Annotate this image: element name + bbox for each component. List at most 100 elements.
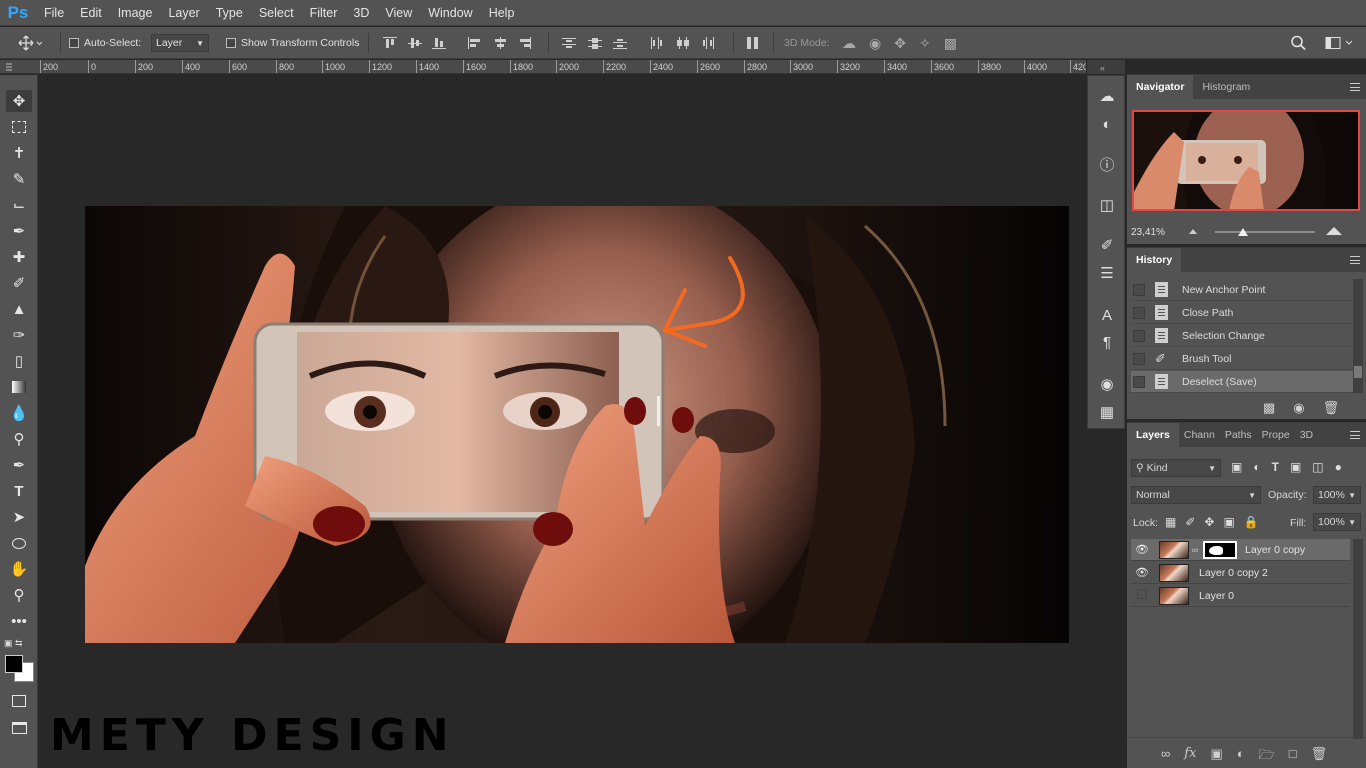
crop-tool-icon[interactable]: ⌙	[6, 194, 32, 216]
tool-presets-icon[interactable]: ◫	[1095, 194, 1119, 216]
3d-pan-icon[interactable]: ✥	[894, 35, 906, 52]
lock-artboard-icon[interactable]: ▣	[1223, 515, 1234, 529]
clone-stamp-tool-icon[interactable]: ▲	[6, 298, 32, 320]
new-layer-icon[interactable]: □	[1289, 746, 1297, 768]
tab-history[interactable]: History	[1127, 248, 1182, 272]
link-chain-icon[interactable]: ∞	[1191, 545, 1199, 555]
eraser-tool-icon[interactable]: ▯	[6, 350, 32, 372]
menu-filter[interactable]: Filter	[302, 0, 346, 26]
foreground-color-swatch[interactable]	[5, 655, 23, 673]
3d-roll-icon[interactable]: ◉	[869, 35, 881, 52]
align-top-icon[interactable]	[383, 37, 397, 49]
path-selection-tool-icon[interactable]: ➤	[6, 506, 32, 528]
align-left-icon[interactable]	[468, 37, 482, 49]
tab-3d[interactable]: 3D	[1295, 423, 1318, 447]
history-item[interactable]: Selection Change	[1131, 325, 1353, 347]
blur-tool-icon[interactable]: 💧	[6, 402, 32, 424]
hand-tool-icon[interactable]: ✋	[6, 558, 32, 580]
gradient-tool-icon[interactable]	[6, 376, 32, 398]
menu-select[interactable]: Select	[251, 0, 302, 26]
navigator-menu-icon[interactable]	[1350, 83, 1360, 91]
menu-file[interactable]: File	[36, 0, 72, 26]
layer-style-fx-icon[interactable]: fx	[1184, 746, 1196, 768]
tab-histogram[interactable]: Histogram	[1193, 75, 1259, 99]
screen-mode-icon[interactable]	[6, 717, 32, 739]
lock-all-icon[interactable]: 🔒	[1244, 515, 1259, 529]
distribute-vertical-center-icon[interactable]	[588, 37, 602, 49]
menu-type[interactable]: Type	[208, 0, 251, 26]
horizontal-ruler[interactable]: 200 0 200 400 600 800 1000 1200 1400 160…	[40, 60, 1086, 74]
visibility-eye-icon[interactable]: 👁	[1131, 566, 1153, 579]
history-brush-tool-icon[interactable]: ✑	[6, 324, 32, 346]
filter-shape-icon[interactable]: ▣	[1290, 460, 1301, 474]
default-colors-icon[interactable]: ▣ ⇆	[4, 638, 23, 649]
character-icon[interactable]: A	[1095, 304, 1119, 326]
distribute-left-icon[interactable]	[650, 37, 664, 49]
navigator-preview[interactable]	[1132, 110, 1360, 211]
zoom-out-icon[interactable]	[1189, 229, 1197, 234]
3d-orbit-icon[interactable]: ☁	[842, 35, 856, 52]
workspace-switcher[interactable]	[1325, 27, 1353, 59]
delete-state-icon[interactable]: 🗑	[1323, 400, 1340, 416]
history-item-current[interactable]: Deselect (Save)	[1131, 371, 1353, 393]
menu-image[interactable]: Image	[110, 0, 161, 26]
history-item[interactable]: ✐ Brush Tool	[1131, 348, 1353, 370]
align-right-icon[interactable]	[518, 37, 532, 49]
move-tool-icon[interactable]: ✥	[6, 90, 32, 112]
move-tool-preset[interactable]	[18, 27, 42, 59]
history-item[interactable]: Close Path	[1131, 302, 1353, 324]
search-button[interactable]	[1290, 27, 1306, 59]
snapshot-camera-icon[interactable]: ◉	[1293, 400, 1304, 416]
visibility-toggle-empty[interactable]	[1131, 589, 1153, 602]
zoom-tool-icon[interactable]: ⚲	[6, 584, 32, 606]
zoom-slider[interactable]	[1215, 228, 1315, 236]
info-icon[interactable]: ⓘ	[1095, 153, 1119, 175]
layer-name[interactable]: Layer 0	[1199, 590, 1234, 602]
filter-smart-object-icon[interactable]: ◫	[1312, 460, 1323, 474]
document-canvas[interactable]	[40, 75, 1086, 768]
artwork-image[interactable]	[85, 206, 1069, 643]
history-menu-icon[interactable]	[1350, 256, 1360, 264]
layer-name[interactable]: Layer 0 copy	[1245, 544, 1305, 556]
layer-mask-thumbnail[interactable]	[1203, 540, 1237, 559]
new-document-from-state-icon[interactable]: ▩	[1263, 400, 1275, 416]
layer-name[interactable]: Layer 0 copy 2	[1199, 567, 1268, 579]
auto-select-dropdown[interactable]: Layer ▼	[151, 34, 209, 52]
collapse-icon[interactable]: «	[1100, 63, 1105, 73]
new-adjustment-layer-icon[interactable]: ◐	[1237, 746, 1245, 768]
marquee-tool-icon[interactable]	[6, 116, 32, 138]
layer-row[interactable]: 👁 Layer 0 copy 2	[1131, 562, 1350, 584]
lock-position-icon[interactable]: ✥	[1204, 515, 1214, 529]
tab-navigator[interactable]: Navigator	[1127, 75, 1194, 99]
show-transform-controls-checkbox[interactable]: Show Transform Controls	[226, 27, 359, 59]
layer-row[interactable]: Layer 0	[1131, 585, 1350, 607]
lasso-tool-icon[interactable]: ✝	[6, 142, 32, 164]
link-layers-icon[interactable]: ∞	[1161, 746, 1170, 768]
menu-help[interactable]: Help	[481, 0, 523, 26]
menu-window[interactable]: Window	[420, 0, 480, 26]
swatches-icon[interactable]: ◉	[1095, 373, 1119, 395]
lock-image-pixels-icon[interactable]: ✐	[1185, 515, 1195, 529]
libraries-icon[interactable]: ☁	[1095, 85, 1119, 107]
menu-3d[interactable]: 3D	[345, 0, 377, 26]
fill-field[interactable]: 100% ▼	[1313, 513, 1361, 531]
filter-pixel-icon[interactable]: ▣	[1231, 460, 1242, 474]
type-tool-icon[interactable]: T	[6, 480, 32, 502]
history-scrollbar[interactable]	[1353, 279, 1363, 393]
auto-select-checkbox[interactable]: Auto-Select:	[69, 27, 141, 59]
opacity-field[interactable]: 100% ▼	[1313, 486, 1361, 504]
distribute-horizontal-center-icon[interactable]	[676, 37, 690, 49]
dodge-tool-icon[interactable]: ⚲	[6, 428, 32, 450]
layer-row[interactable]: 👁 ∞ Layer 0 copy	[1131, 539, 1350, 561]
blend-mode-dropdown[interactable]: Normal ▼	[1131, 486, 1261, 504]
zoom-in-icon[interactable]	[1326, 227, 1342, 235]
layers-menu-icon[interactable]	[1350, 431, 1360, 439]
pen-tool-icon[interactable]: ✒	[6, 454, 32, 476]
align-vertical-center-icon[interactable]	[408, 37, 422, 49]
history-item[interactable]: New Anchor Point	[1131, 279, 1353, 301]
filter-adjustment-icon[interactable]: ◐	[1253, 460, 1260, 474]
distribute-right-icon[interactable]	[701, 37, 715, 49]
zoom-level[interactable]: 23,41%	[1131, 227, 1165, 238]
distribute-bottom-icon[interactable]	[613, 37, 627, 49]
filter-type-icon[interactable]: T	[1272, 460, 1279, 474]
